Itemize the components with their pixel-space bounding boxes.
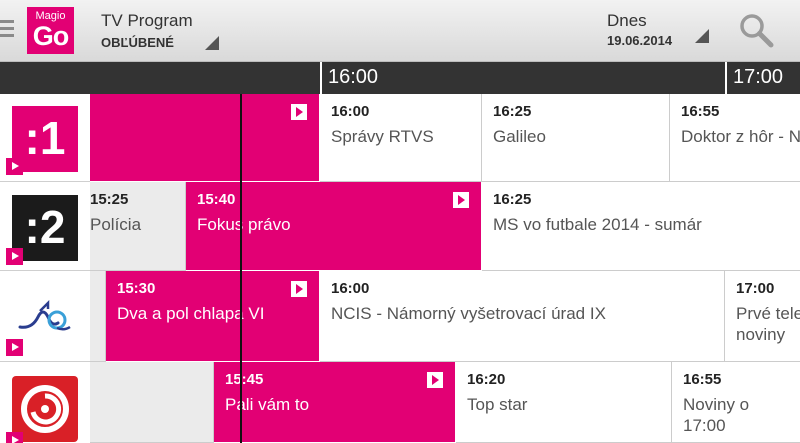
program-title: Dva a pol chlapa VI	[117, 304, 265, 323]
filter-dropdown-icon[interactable]	[205, 36, 219, 50]
channel-logo-text: :2	[24, 201, 66, 253]
menu-icon[interactable]	[0, 16, 14, 44]
program-cell[interactable]: 16:55 Doktor z hôr - N	[670, 94, 800, 182]
program-time: 15:30	[117, 280, 156, 297]
program-time: 16:25	[493, 191, 532, 208]
program-title: Polícia	[90, 215, 142, 234]
program-time: 16:55	[681, 103, 720, 120]
program-title: Prvé tele noviny	[736, 304, 800, 344]
play-icon[interactable]	[291, 281, 307, 297]
timeline-label: 17:00	[733, 66, 784, 88]
channel-markiza[interactable]	[0, 362, 90, 443]
play-icon[interactable]	[291, 104, 307, 120]
filter-dropdown[interactable]: OBĽÚBENÉ	[101, 35, 174, 50]
program-cell[interactable]	[90, 271, 106, 362]
program-title: Doktor z hôr - N	[681, 127, 800, 146]
logo-bottom-text: Go	[32, 21, 70, 51]
program-cell[interactable]: 16:25 Galileo	[482, 94, 670, 182]
program-time: 16:25	[493, 103, 532, 120]
program-cell[interactable]	[90, 94, 320, 182]
program-cell[interactable]: 15:40 Fokus právo	[186, 182, 482, 271]
program-cell[interactable]	[90, 362, 214, 443]
search-icon[interactable]	[738, 12, 774, 48]
page-title: TV Program	[101, 11, 193, 30]
program-cell[interactable]: 15:45 Pali vám to	[214, 362, 456, 443]
program-time: 17:00	[736, 280, 775, 297]
channel-play-icon[interactable]	[6, 158, 23, 175]
timeline-tick	[725, 62, 727, 94]
program-title: Top star	[467, 395, 528, 414]
program-title: NCIS - Námorný vyšetrovací úrad IX	[331, 304, 606, 323]
timeline-tick	[320, 62, 322, 94]
timeline-label: 16:00	[328, 66, 379, 88]
program-title: Fokus právo	[197, 215, 291, 234]
timeline-bar[interactable]	[0, 62, 800, 94]
program-title: Noviny o 17:00	[683, 395, 750, 435]
program-time: 16:00	[331, 103, 370, 120]
channel-joj-plus[interactable]	[0, 271, 90, 362]
magio-go-logo[interactable]: Magio Go	[27, 7, 74, 54]
date-dropdown[interactable]: Dnes	[607, 11, 647, 31]
current-time-indicator	[240, 94, 242, 443]
program-time: 16:00	[331, 280, 370, 297]
date-value[interactable]: 19.06.2014	[607, 33, 672, 48]
program-cell[interactable]: 16:25 MS vo futbale 2014 - sumár	[482, 182, 800, 271]
program-title: Galileo	[493, 127, 546, 146]
program-cell[interactable]: 16:00 NCIS - Námorný vyšetrovací úrad IX	[320, 271, 725, 362]
program-time: 15:40	[197, 191, 236, 208]
program-cell[interactable]: 16:55 Noviny o 17:00	[672, 362, 800, 443]
program-cell[interactable]: 16:20 Top star	[456, 362, 672, 443]
program-cell[interactable]: 15:25 Polícia	[90, 182, 186, 271]
program-cell[interactable]: 17:00 Prvé tele noviny	[725, 271, 800, 362]
program-time: 16:20	[467, 371, 506, 388]
channel-play-icon[interactable]	[6, 432, 23, 443]
program-title: Správy RTVS	[331, 127, 434, 146]
program-time: 16:55	[683, 371, 722, 388]
program-title: Pali vám to	[225, 395, 310, 414]
channel-play-icon[interactable]	[6, 248, 23, 265]
channel-play-icon[interactable]	[6, 339, 23, 356]
channel-jednotka[interactable]: :1	[0, 94, 90, 182]
channel-logo-text: :1	[24, 112, 66, 164]
app-header: Magio Go TV Program OBĽÚBENÉ Dnes 19.06.…	[0, 0, 800, 62]
play-icon[interactable]	[427, 372, 443, 388]
program-title: MS vo futbale 2014 - sumár	[493, 215, 702, 234]
program-time: 15:25	[90, 191, 129, 208]
date-dropdown-icon[interactable]	[695, 29, 709, 43]
program-time: 15:45	[225, 371, 264, 388]
program-cell[interactable]: 16:00 Správy RTVS	[320, 94, 482, 182]
program-cell[interactable]: 15:30 Dva a pol chlapa VI	[106, 271, 320, 362]
play-icon[interactable]	[453, 192, 469, 208]
channel-dvojka[interactable]: :2	[0, 182, 90, 271]
